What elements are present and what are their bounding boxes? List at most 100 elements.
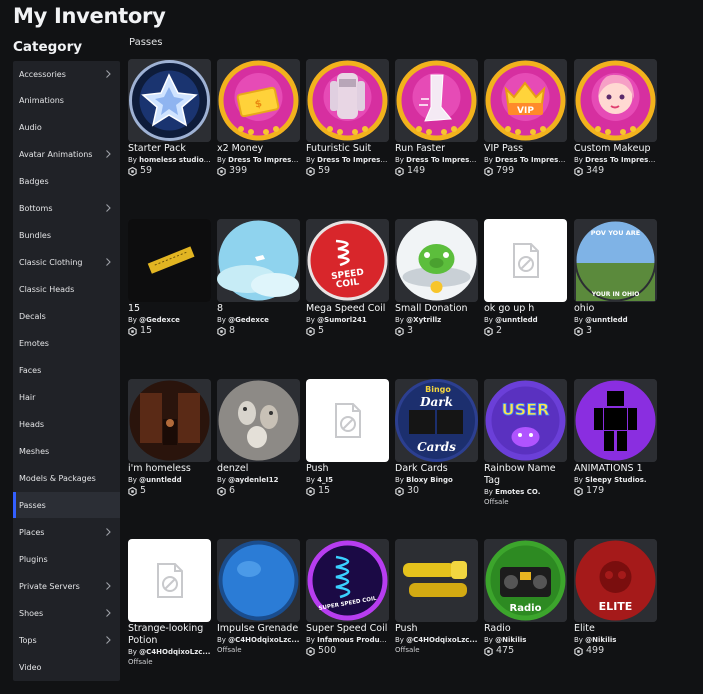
- item-creator[interactable]: By @C4HOdqixoLzc...: [128, 647, 212, 657]
- item-name[interactable]: Custom Makeup: [574, 143, 660, 155]
- sidebar-item-avatar-animations[interactable]: Avatar Animations: [13, 141, 120, 167]
- sidebar-item-emotes[interactable]: Emotes: [13, 330, 120, 356]
- item-creator[interactable]: By @C4HOdqixoLzc...: [217, 635, 301, 645]
- item-creator[interactable]: By 4_I5: [306, 475, 390, 485]
- robux-icon: [395, 326, 407, 336]
- item-name[interactable]: Rainbow Name Tag: [484, 463, 570, 487]
- sidebar-item-audio[interactable]: Audio: [13, 114, 120, 140]
- item-thumbnail[interactable]: [306, 379, 389, 462]
- sidebar-item-places[interactable]: Places: [13, 519, 120, 545]
- item-thumbnail[interactable]: [128, 379, 211, 462]
- item-thumbnail[interactable]: SUPER SPEED COIL: [306, 539, 389, 622]
- sidebar-item-passes[interactable]: Passes: [13, 492, 120, 518]
- sidebar-item-decals[interactable]: Decals: [13, 303, 120, 329]
- item-name[interactable]: ohio: [574, 303, 660, 315]
- sidebar-item-meshes[interactable]: Meshes: [13, 438, 120, 464]
- item-name[interactable]: Impulse Grenade: [217, 623, 303, 635]
- sidebar-item-accessories[interactable]: Accessories: [13, 61, 120, 87]
- item-name[interactable]: ok go up h: [484, 303, 570, 315]
- item-name[interactable]: Elite: [574, 623, 660, 635]
- item-creator[interactable]: By Dress To Impress ...: [574, 155, 658, 165]
- sidebar-item-hair[interactable]: Hair: [13, 384, 120, 410]
- item-thumbnail[interactable]: [574, 59, 657, 142]
- item-name[interactable]: Dark Cards: [395, 463, 481, 475]
- item-creator[interactable]: By Dress To Impress ...: [306, 155, 390, 165]
- sidebar-item-label: Emotes: [19, 338, 49, 348]
- item-thumbnail[interactable]: SPEED COIL: [306, 219, 389, 302]
- item-creator[interactable]: By @unntledd: [574, 315, 658, 325]
- item-thumbnail[interactable]: VIP: [484, 59, 567, 142]
- item-thumbnail[interactable]: [574, 379, 657, 462]
- item-name[interactable]: Radio: [484, 623, 570, 635]
- item-creator[interactable]: By Infamous Produc...: [306, 635, 390, 645]
- item-creator[interactable]: By Bloxy Bingo: [395, 475, 479, 485]
- item-thumbnail[interactable]: [217, 539, 300, 622]
- item-creator[interactable]: By Sleepy Studios.: [574, 475, 658, 485]
- item-creator[interactable]: By @Gedexce: [217, 315, 301, 325]
- item-name[interactable]: denzel: [217, 463, 303, 475]
- item-name[interactable]: Run Faster: [395, 143, 481, 155]
- sidebar-item-shoes[interactable]: Shoes: [13, 600, 120, 626]
- sidebar-item-bottoms[interactable]: Bottoms: [13, 195, 120, 221]
- item-name[interactable]: 15: [128, 303, 214, 315]
- item-thumbnail[interactable]: [128, 59, 211, 142]
- item-creator[interactable]: By @Nikilis: [574, 635, 658, 645]
- item-thumbnail[interactable]: [128, 219, 211, 302]
- sidebar-item-tops[interactable]: Tops: [13, 627, 120, 653]
- item-name[interactable]: x2 Money: [217, 143, 303, 155]
- item-thumbnail[interactable]: Radio: [484, 539, 567, 622]
- sidebar-item-bundles[interactable]: Bundles: [13, 222, 120, 248]
- item-creator[interactable]: By @aydenleI12: [217, 475, 301, 485]
- sidebar-item-private-servers[interactable]: Private Servers: [13, 573, 120, 599]
- item-thumbnail[interactable]: Bingo Dark Cards: [395, 379, 478, 462]
- item-creator[interactable]: By Dress To Impress ...: [484, 155, 568, 165]
- item-thumbnail[interactable]: USER: [484, 379, 567, 462]
- sidebar-item-classic-clothing[interactable]: Classic Clothing: [13, 249, 120, 275]
- item-name[interactable]: VIP Pass: [484, 143, 570, 155]
- item-creator[interactable]: By homeless studio!!!: [128, 155, 212, 165]
- sidebar-item-label: Avatar Animations: [19, 149, 93, 159]
- chevron-right-icon: [103, 527, 113, 537]
- item-thumbnail[interactable]: POV YOU ARE YOUR IN OHIO: [574, 219, 657, 302]
- sidebar-item-heads[interactable]: Heads: [13, 411, 120, 437]
- sidebar-item-badges[interactable]: Badges: [13, 168, 120, 194]
- sidebar-item-models-packages[interactable]: Models & Packages: [13, 465, 120, 491]
- item-thumbnail[interactable]: ELITE: [574, 539, 657, 622]
- item-creator[interactable]: By @C4HOdqixoLzc...: [395, 635, 479, 645]
- item-name[interactable]: Mega Speed Coil: [306, 303, 392, 315]
- item-thumbnail[interactable]: [395, 539, 478, 622]
- item-name[interactable]: Push: [395, 623, 481, 635]
- item-thumbnail[interactable]: [217, 379, 300, 462]
- item-creator[interactable]: By @Sumorl241: [306, 315, 390, 325]
- item-name[interactable]: i'm homeless: [128, 463, 214, 475]
- item-name[interactable]: Small Donation: [395, 303, 481, 315]
- item-creator[interactable]: By @unntledd: [128, 475, 212, 485]
- item-thumbnail[interactable]: $: [217, 59, 300, 142]
- item-creator[interactable]: By @unntledd: [484, 315, 568, 325]
- item-thumbnail[interactable]: [484, 219, 567, 302]
- item-thumbnail[interactable]: [306, 59, 389, 142]
- item-name[interactable]: Futuristic Suit: [306, 143, 392, 155]
- item-thumbnail[interactable]: [217, 219, 300, 302]
- item-thumbnail[interactable]: [128, 539, 211, 622]
- sidebar-item-plugins[interactable]: Plugins: [13, 546, 120, 572]
- item-thumbnail[interactable]: [395, 219, 478, 302]
- item-name[interactable]: Super Speed Coil: [306, 623, 392, 635]
- item-creator[interactable]: By Dress To Impress ...: [217, 155, 301, 165]
- item-thumbnail[interactable]: [395, 59, 478, 142]
- item-creator[interactable]: By @Nikilis: [484, 635, 568, 645]
- item-creator[interactable]: By @Gedexce: [128, 315, 212, 325]
- item-creator[interactable]: By Emotes CO.: [484, 487, 568, 497]
- item-name[interactable]: Strange-looking Potion: [128, 623, 214, 647]
- sidebar-item-label: Badges: [19, 176, 49, 186]
- sidebar-item-video[interactable]: Video: [13, 654, 120, 680]
- sidebar-item-animations[interactable]: Animations: [13, 87, 120, 113]
- item-name[interactable]: ANIMATIONS 1: [574, 463, 660, 475]
- item-creator[interactable]: By Dress To Impress ...: [395, 155, 479, 165]
- sidebar-item-classic-heads[interactable]: Classic Heads: [13, 276, 120, 302]
- item-name[interactable]: Push: [306, 463, 392, 475]
- sidebar-item-faces[interactable]: Faces: [13, 357, 120, 383]
- item-creator[interactable]: By @Xytrillz: [395, 315, 479, 325]
- item-name[interactable]: Starter Pack: [128, 143, 214, 155]
- item-name[interactable]: 8: [217, 303, 303, 315]
